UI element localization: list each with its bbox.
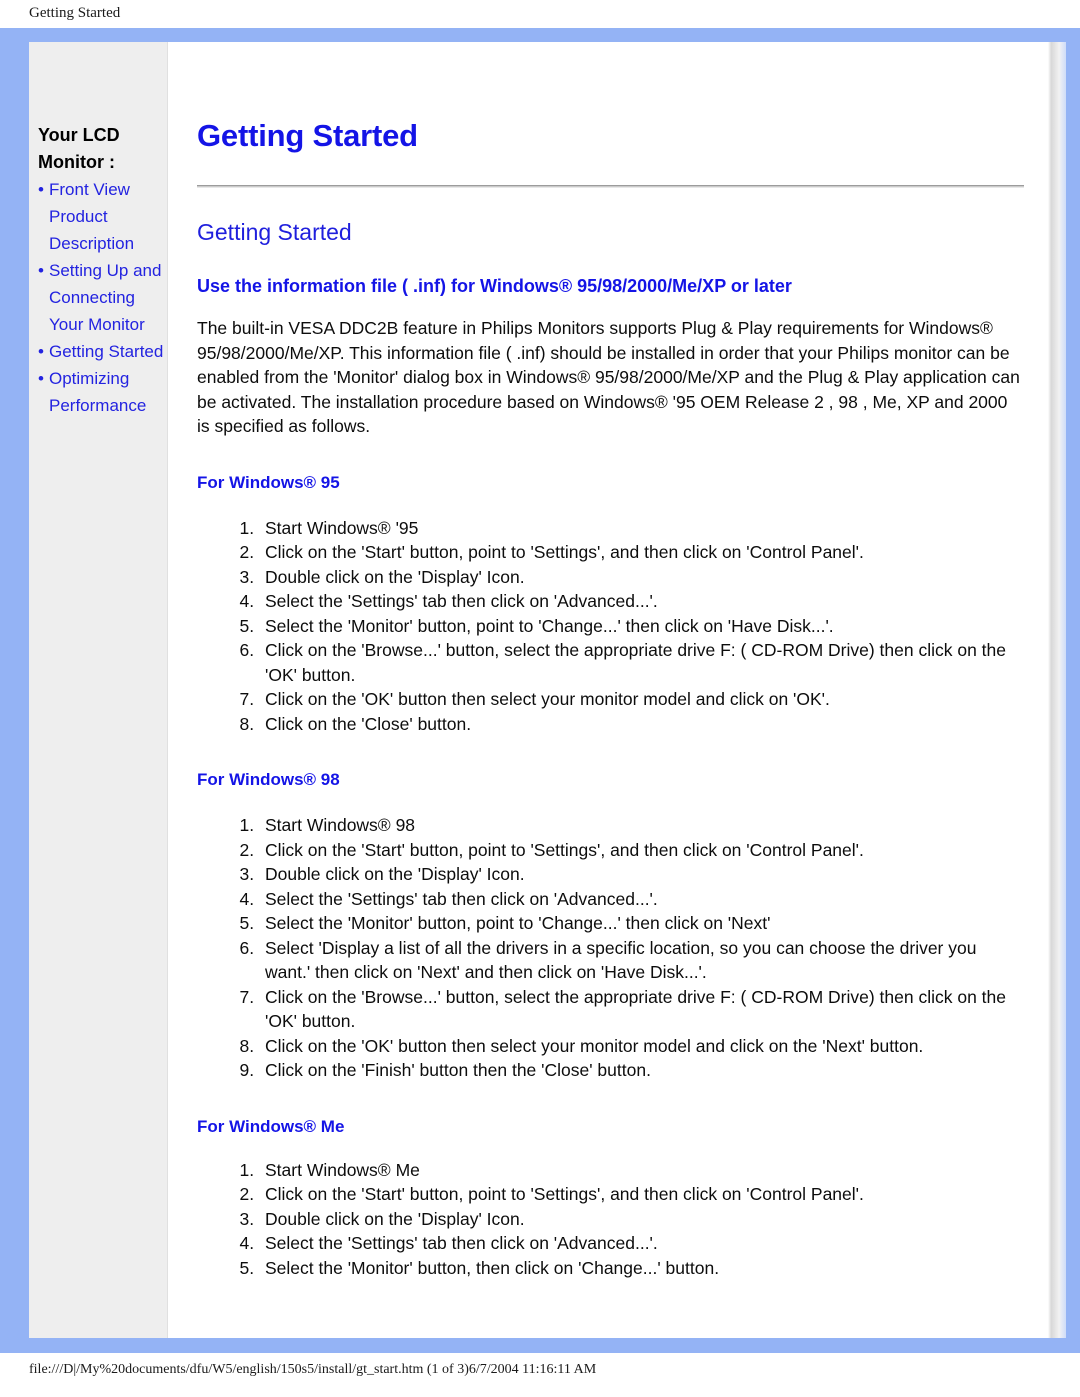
steps-list-windows-me: Start Windows® Me Click on the 'Start' b…	[197, 1158, 1024, 1281]
browser-print-footer: file:///D|/My%20documents/dfu/W5/english…	[0, 1353, 1080, 1397]
sidebar-item-label[interactable]: Setting Up and Connecting Your Monitor	[49, 257, 168, 338]
subsection-title: Use the information file ( .inf) for Win…	[197, 276, 792, 296]
list-item: Select the 'Monitor' button, point to 'C…	[259, 911, 1024, 936]
list-item: Click on the 'Start' button, point to 'S…	[259, 540, 1024, 565]
steps-list-windows-95: Start Windows® '95 Click on the 'Start' …	[197, 516, 1024, 737]
list-item: Click on the 'Finish' button then the 'C…	[259, 1058, 1024, 1083]
list-item: Start Windows® 98	[259, 813, 1024, 838]
list-item: Click on the 'Browse...' button, select …	[259, 638, 1024, 687]
bullet-icon: •	[38, 180, 44, 199]
list-item: Select the 'Monitor' button, point to 'C…	[259, 614, 1024, 639]
footer-file-path: file:///D|/My%20documents/dfu/W5/english…	[29, 1362, 597, 1377]
sidebar-link-list: • Front View Product Description • Setti…	[38, 176, 168, 419]
sidebar-item-label[interactable]: Front View Product Description	[49, 176, 168, 257]
title-divider	[197, 185, 1024, 188]
sidebar-item-label[interactable]: Optimizing Performance	[49, 365, 168, 419]
print-header-title: Getting Started	[29, 5, 121, 21]
list-item: Double click on the 'Display' Icon.	[259, 1207, 1024, 1232]
section-title: Getting Started	[197, 219, 352, 245]
list-item: Start Windows® Me	[259, 1158, 1024, 1183]
list-item: Click on the 'Browse...' button, select …	[259, 985, 1024, 1034]
list-item: Click on the 'OK' button then select you…	[259, 1034, 1024, 1059]
page-frame: Your LCD Monitor : • Front View Product …	[0, 28, 1080, 1353]
list-item: Click on the 'Start' button, point to 'S…	[259, 838, 1024, 863]
sidebar-item-front-view[interactable]: • Front View Product Description	[38, 176, 168, 257]
os-heading-windows-95: For Windows® 95	[197, 472, 340, 492]
list-item: Select the 'Monitor' button, then click …	[259, 1256, 1024, 1281]
list-item: Select the 'Settings' tab then click on …	[259, 887, 1024, 912]
page-sheet: Your LCD Monitor : • Front View Product …	[29, 42, 1066, 1338]
list-item: Click on the 'OK' button then select you…	[259, 687, 1024, 712]
list-item: Select the 'Settings' tab then click on …	[259, 1231, 1024, 1256]
list-item: Select 'Display a list of all the driver…	[259, 936, 1024, 985]
main-content: Getting Started Getting Started Use the …	[169, 42, 1048, 1338]
sidebar-heading: Your LCD Monitor :	[38, 125, 120, 172]
list-item: Click on the 'Start' button, point to 'S…	[259, 1182, 1024, 1207]
intro-paragraph: The built-in VESA DDC2B feature in Phili…	[197, 318, 1020, 436]
bullet-icon: •	[38, 342, 44, 361]
os-heading-windows-me: For Windows® Me	[197, 1116, 345, 1136]
sidebar-content: Your LCD Monitor : • Front View Product …	[38, 122, 168, 419]
sidebar-navigation: Your LCD Monitor : • Front View Product …	[29, 42, 168, 1338]
sidebar-item-optimizing[interactable]: • Optimizing Performance	[38, 365, 168, 419]
list-item: Double click on the 'Display' Icon.	[259, 862, 1024, 887]
page-scrollbar-strip[interactable]	[1048, 42, 1066, 1338]
sidebar-item-label[interactable]: Getting Started	[49, 338, 163, 365]
browser-print-header: Getting Started	[0, 0, 1080, 28]
list-item: Double click on the 'Display' Icon.	[259, 565, 1024, 590]
list-item: Click on the 'Close' button.	[259, 712, 1024, 737]
list-item: Start Windows® '95	[259, 516, 1024, 541]
bullet-icon: •	[38, 369, 44, 388]
sidebar-item-getting-started[interactable]: • Getting Started	[38, 338, 168, 365]
os-heading-windows-98: For Windows® 98	[197, 770, 340, 789]
list-item: Select the 'Settings' tab then click on …	[259, 589, 1024, 614]
bullet-icon: •	[38, 261, 44, 280]
sidebar-item-setting-up[interactable]: • Setting Up and Connecting Your Monitor	[38, 257, 168, 338]
steps-list-windows-98: Start Windows® 98 Click on the 'Start' b…	[197, 813, 1024, 1083]
page-title: Getting Started	[197, 118, 418, 153]
